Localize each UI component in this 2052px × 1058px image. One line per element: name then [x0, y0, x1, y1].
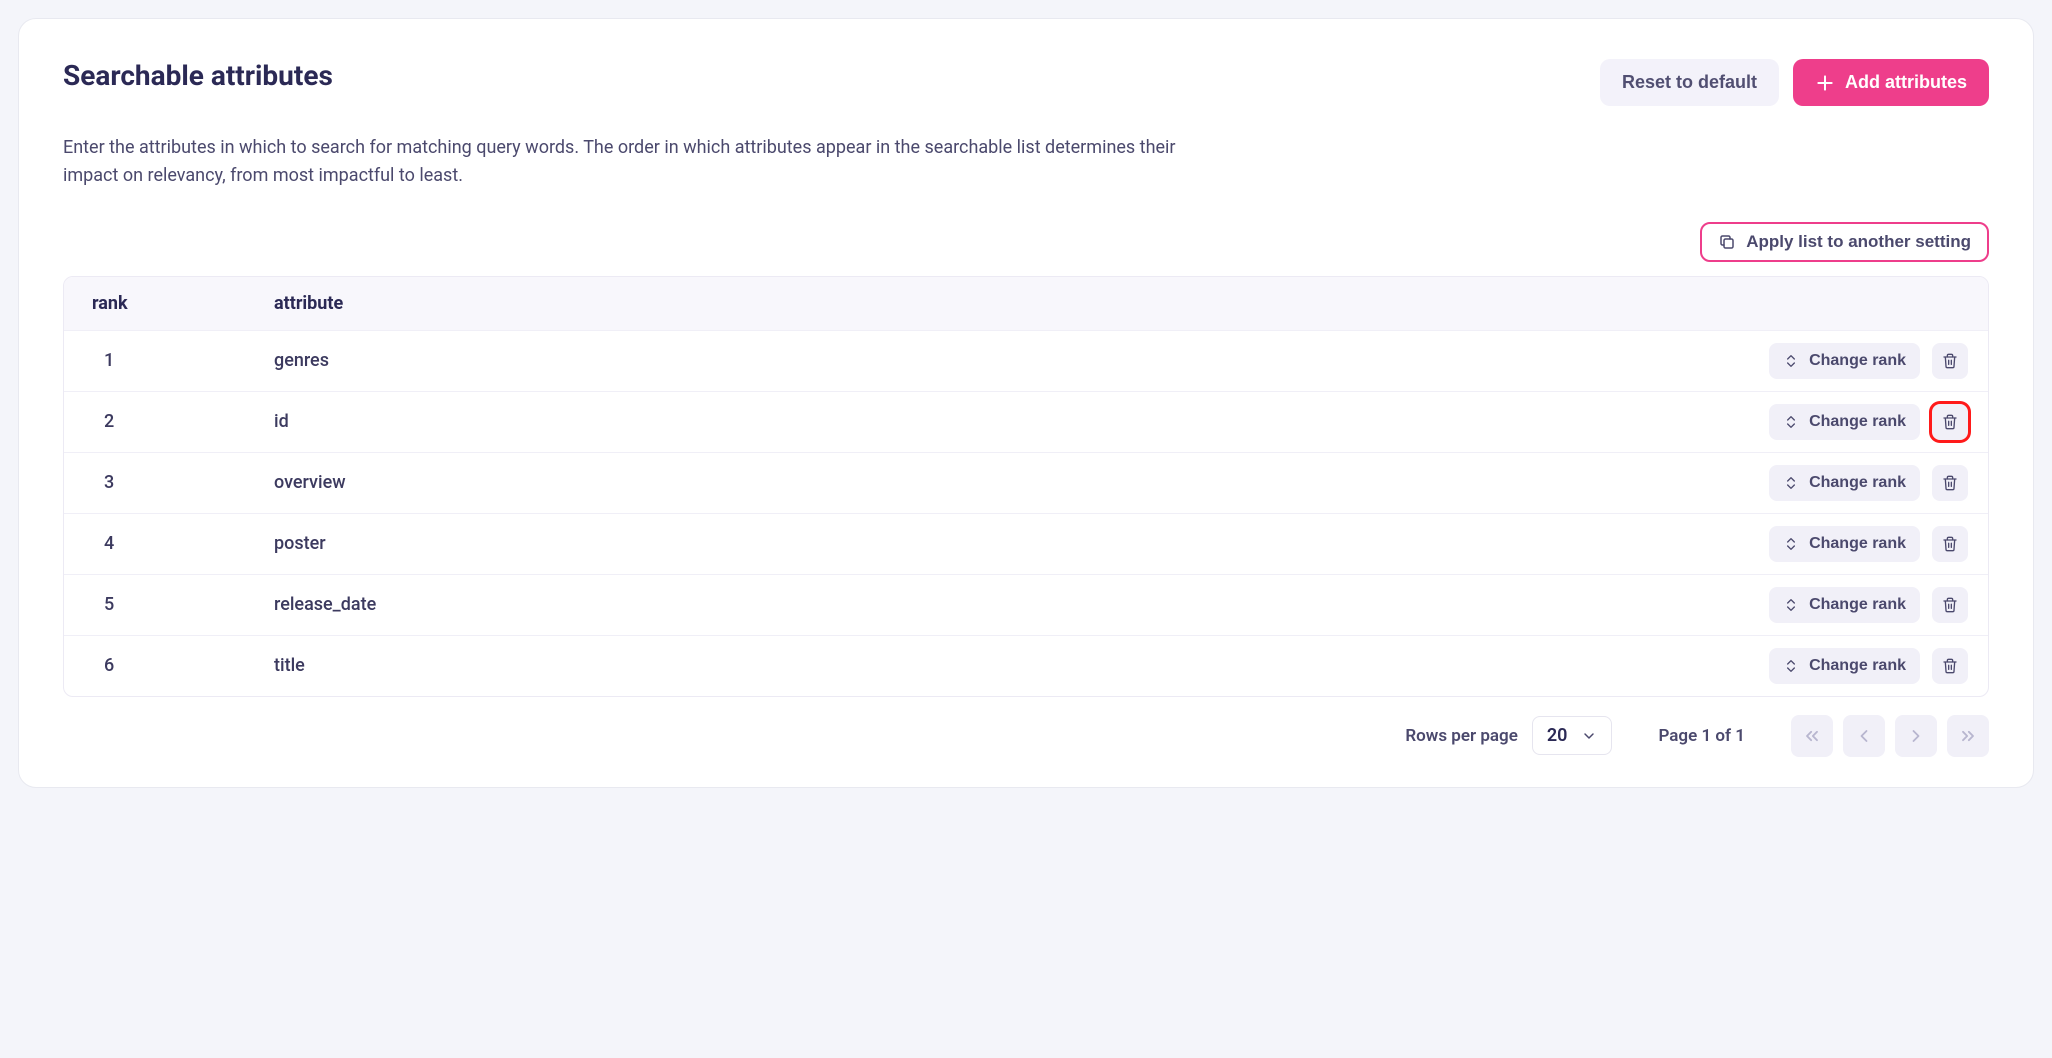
column-header-attribute: attribute — [274, 293, 1718, 314]
sort-icon — [1783, 353, 1799, 369]
attribute-cell: release_date — [274, 594, 1769, 615]
change-rank-label: Change rank — [1809, 535, 1906, 553]
next-page-button[interactable] — [1895, 715, 1937, 757]
rank-cell: 2 — [74, 411, 274, 432]
apply-list-button[interactable]: Apply list to another setting — [1700, 222, 1989, 262]
actions-cell: Change rank — [1769, 648, 1978, 684]
description-text: Enter the attributes in which to search … — [63, 134, 1183, 190]
table-header: rank attribute — [64, 277, 1988, 330]
attribute-cell: title — [274, 655, 1769, 676]
sort-icon — [1783, 597, 1799, 613]
rows-per-page: Rows per page 20 — [1405, 716, 1612, 755]
header-buttons: Reset to default Add attributes — [1600, 59, 1989, 106]
header-row: Searchable attributes Reset to default A… — [63, 59, 1989, 106]
table-body: 1genresChange rank2idChange rank3overvie… — [64, 330, 1988, 696]
copy-icon — [1718, 233, 1736, 251]
actions-cell: Change rank — [1769, 526, 1978, 562]
page-size-select[interactable]: 20 — [1532, 716, 1613, 755]
delete-button[interactable] — [1932, 465, 1968, 501]
change-rank-label: Change rank — [1809, 413, 1906, 431]
trash-icon — [1942, 353, 1958, 369]
sort-icon — [1783, 658, 1799, 674]
change-rank-button[interactable]: Change rank — [1769, 648, 1920, 684]
page-indicator: Page 1 of 1 — [1658, 726, 1745, 746]
attribute-cell: poster — [274, 533, 1769, 554]
sort-icon — [1783, 414, 1799, 430]
rank-cell: 1 — [74, 350, 274, 371]
prev-page-button[interactable] — [1843, 715, 1885, 757]
last-page-button[interactable] — [1947, 715, 1989, 757]
page-size-value: 20 — [1547, 725, 1568, 746]
change-rank-label: Change rank — [1809, 596, 1906, 614]
table-row: 4poster Change rank — [64, 513, 1988, 574]
plus-icon — [1815, 73, 1835, 93]
actions-cell: Change rank — [1769, 404, 1978, 440]
add-attributes-label: Add attributes — [1845, 72, 1967, 93]
trash-icon — [1942, 536, 1958, 552]
apply-list-label: Apply list to another setting — [1746, 232, 1971, 252]
column-header-actions — [1718, 293, 1978, 314]
chevron-down-icon — [1581, 728, 1597, 744]
trash-icon — [1942, 475, 1958, 491]
delete-button[interactable] — [1932, 404, 1968, 440]
actions-cell: Change rank — [1769, 343, 1978, 379]
change-rank-button[interactable]: Change rank — [1769, 465, 1920, 501]
trash-icon — [1942, 597, 1958, 613]
change-rank-button[interactable]: Change rank — [1769, 526, 1920, 562]
table-footer: Rows per page 20 Page 1 of 1 — [63, 715, 1989, 757]
rows-per-page-label: Rows per page — [1405, 726, 1518, 746]
table-row: 2id Change rank — [64, 391, 1988, 452]
actions-cell: Change rank — [1769, 587, 1978, 623]
attribute-cell: genres — [274, 350, 1769, 371]
column-header-rank: rank — [74, 293, 274, 314]
attributes-table: rank attribute 1genres Change rank 2id Chan… — [63, 276, 1989, 697]
first-page-button[interactable] — [1791, 715, 1833, 757]
sort-icon — [1783, 536, 1799, 552]
change-rank-button[interactable]: Change rank — [1769, 587, 1920, 623]
delete-button[interactable] — [1932, 526, 1968, 562]
attribute-cell: id — [274, 411, 1769, 432]
actions-cell: Change rank — [1769, 465, 1978, 501]
rank-cell: 3 — [74, 472, 274, 493]
page-title: Searchable attributes — [63, 59, 333, 92]
table-row: 1genres Change rank — [64, 330, 1988, 391]
change-rank-button[interactable]: Change rank — [1769, 404, 1920, 440]
trash-icon — [1942, 658, 1958, 674]
rank-cell: 6 — [74, 655, 274, 676]
delete-button[interactable] — [1932, 587, 1968, 623]
change-rank-label: Change rank — [1809, 657, 1906, 675]
rank-cell: 5 — [74, 594, 274, 615]
sort-icon — [1783, 475, 1799, 491]
trash-icon — [1942, 414, 1958, 430]
change-rank-button[interactable]: Change rank — [1769, 343, 1920, 379]
attribute-cell: overview — [274, 472, 1769, 493]
reset-button-label: Reset to default — [1622, 72, 1757, 93]
change-rank-label: Change rank — [1809, 474, 1906, 492]
add-attributes-button[interactable]: Add attributes — [1793, 59, 1989, 106]
rank-cell: 4 — [74, 533, 274, 554]
delete-button[interactable] — [1932, 343, 1968, 379]
apply-row: Apply list to another setting — [63, 222, 1989, 262]
settings-card: Searchable attributes Reset to default A… — [18, 18, 2034, 788]
table-row: 3overview Change rank — [64, 452, 1988, 513]
delete-button[interactable] — [1932, 648, 1968, 684]
table-row: 6title Change rank — [64, 635, 1988, 696]
pager — [1791, 715, 1989, 757]
reset-button[interactable]: Reset to default — [1600, 59, 1779, 106]
table-row: 5release_date Change rank — [64, 574, 1988, 635]
change-rank-label: Change rank — [1809, 352, 1906, 370]
